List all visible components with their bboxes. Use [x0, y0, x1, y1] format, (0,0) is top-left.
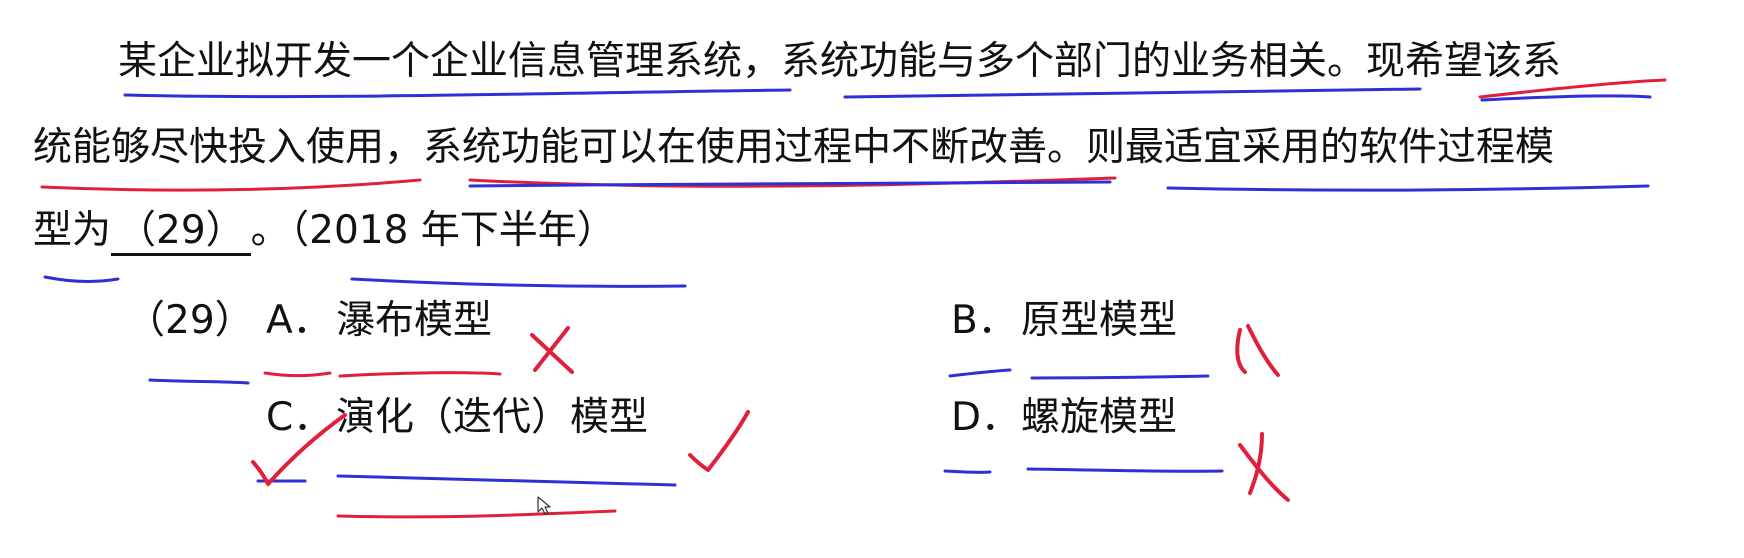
mouse-cursor-icon [537, 496, 551, 515]
underline-option-d-letter [943, 469, 992, 474]
option-b-text: 原型模型 [1021, 298, 1178, 343]
underline-option-c-text [336, 474, 677, 487]
underline-option-a-text [338, 371, 502, 378]
underline-option-a-letter [263, 371, 332, 378]
option-d-text: 螺旋模型 [1021, 395, 1178, 440]
question-line-1: 某企业拟开发一个企业信息管理系统，系统功能与多个部门的业务相关。现希望该系 [118, 39, 1562, 84]
option-c-text: 演化（迭代）模型 [336, 395, 649, 440]
cross-mark-option-d [1238, 432, 1290, 502]
underline-qnum [148, 378, 250, 385]
option-a-letter: A． [266, 298, 332, 343]
question-number: （29） [126, 298, 254, 343]
underline-option-b-text [1030, 374, 1210, 380]
underline-line3-b [350, 277, 687, 288]
underline-line1-b [843, 87, 1422, 99]
check-mark-option-c-right [688, 410, 750, 472]
question-line-3-suffix: 。（2018 年下半年） [250, 208, 616, 253]
underline-option-c-text-2 [336, 509, 617, 519]
cross-mark-option-b [1235, 324, 1280, 377]
option-c: C．演化（迭代）模型 [266, 393, 648, 443]
cross-mark-option-a [530, 326, 574, 374]
underline-line1-d [1480, 94, 1652, 102]
option-a-text: 瀑布模型 [336, 298, 493, 343]
underline-option-d-text [1026, 467, 1224, 473]
option-d: D．螺旋模型 [951, 393, 1177, 443]
option-b: B． 原型模型 [951, 296, 1177, 346]
question-line-3-prefix: 型为 [33, 208, 112, 253]
answer-blank: （29） [111, 209, 251, 256]
underline-line3-a [43, 275, 120, 283]
underline-line2-b [468, 176, 1117, 188]
option-d-letter: D． [951, 395, 1021, 440]
underline-line2-d [1166, 184, 1650, 192]
underline-line2-c [468, 180, 1112, 188]
question-document: 某企业拟开发一个企业信息管理系统，系统功能与多个部门的业务相关。现希望该系 统能… [0, 0, 1744, 558]
underline-line2-a [40, 178, 422, 192]
option-b-letter: B． [951, 298, 1017, 343]
option-a: A． 瀑布模型 [266, 296, 492, 346]
question-line-3: 型为 （29） 。（2018 年下半年） [33, 206, 616, 256]
option-c-letter: C． [266, 395, 333, 440]
underline-line1-a [123, 88, 792, 99]
underline-option-b-letter [948, 368, 1012, 378]
question-line-2: 统能够尽快投入使用，系统功能可以在使用过程中不断改善。则最适宜采用的软件过程模 [33, 125, 1555, 170]
